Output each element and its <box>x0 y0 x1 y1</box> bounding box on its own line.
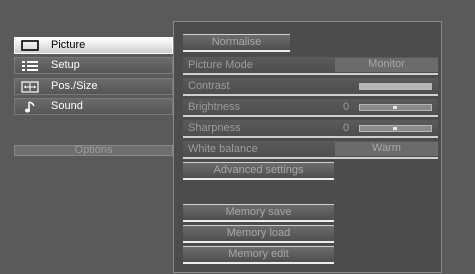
picture-mode-value: Monitor <box>335 58 438 72</box>
brightness-slider-thumb[interactable] <box>393 106 397 109</box>
brightness-value: 0 <box>343 101 350 113</box>
sharpness-label: Sharpness <box>188 122 241 134</box>
menu-item-setup[interactable]: Setup <box>14 57 173 74</box>
normalise-button[interactable]: Normalise <box>183 34 290 52</box>
options-button[interactable]: Options <box>14 145 173 156</box>
brightness-row[interactable]: Brightness 0 <box>183 99 438 117</box>
brightness-slider[interactable] <box>359 104 432 111</box>
music-note-icon <box>19 100 41 113</box>
osd-screen: Picture Setup Pos./Size Sound Options No… <box>0 0 475 274</box>
menu-item-label: Pos./Size <box>51 80 98 92</box>
sharpness-slider-thumb[interactable] <box>393 127 397 130</box>
sharpness-slider[interactable] <box>359 125 432 132</box>
setup-list-icon <box>19 60 41 72</box>
picture-mode-row[interactable]: Picture Mode Monitor <box>183 57 438 75</box>
menu-item-label: Sound <box>51 100 83 112</box>
advanced-settings-button[interactable]: Advanced settings <box>183 162 334 180</box>
brightness-label: Brightness <box>188 101 240 113</box>
picture-icon <box>19 40 41 52</box>
position-size-icon <box>19 80 41 93</box>
white-balance-row[interactable]: White balance Warm <box>183 141 438 159</box>
white-balance-label: White balance <box>188 143 258 155</box>
menu-item-sound[interactable]: Sound <box>14 98 173 115</box>
menu-item-picture[interactable]: Picture <box>14 37 173 54</box>
sharpness-value: 0 <box>343 122 350 134</box>
contrast-label: Contrast <box>188 80 230 92</box>
menu-item-pos-size[interactable]: Pos./Size <box>14 78 173 95</box>
memory-load-button[interactable]: Memory load <box>183 225 334 243</box>
sharpness-row[interactable]: Sharpness 0 <box>183 120 438 138</box>
menu-item-label: Picture <box>51 39 86 51</box>
memory-edit-button[interactable]: Memory edit <box>183 246 334 264</box>
memory-save-button[interactable]: Memory save <box>183 204 334 222</box>
picture-mode-label: Picture Mode <box>188 59 253 71</box>
contrast-slider[interactable] <box>359 83 432 90</box>
white-balance-value: Warm <box>335 142 438 156</box>
contrast-row[interactable]: Contrast <box>183 78 438 96</box>
menu-item-label: Setup <box>51 59 80 71</box>
